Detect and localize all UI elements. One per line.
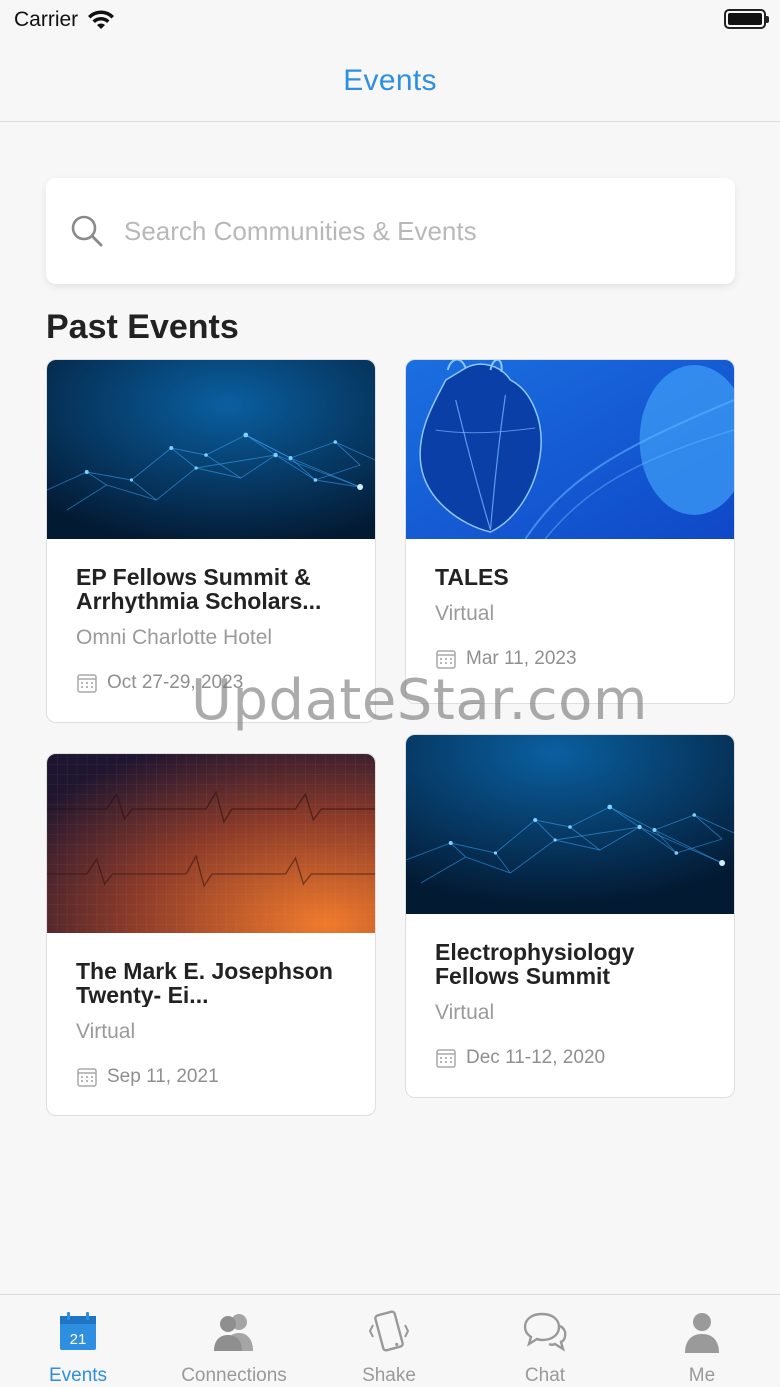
wifi-icon xyxy=(88,10,115,29)
event-card[interactable]: EP Fellows Summit & Arrhythmia Scholars.… xyxy=(46,359,376,723)
event-image-ecg xyxy=(47,754,375,933)
carrier-label: Carrier xyxy=(14,8,79,31)
event-card[interactable]: TALES Virtual Mar 11, 2023 xyxy=(405,359,735,704)
search-icon xyxy=(71,215,103,247)
event-location: Virtual xyxy=(76,1020,136,1043)
event-date-row: Mar 11, 2023 xyxy=(435,648,706,670)
event-date: Dec 11-12, 2020 xyxy=(466,1047,606,1068)
tab-label: Shake xyxy=(362,1365,416,1386)
event-location: Virtual xyxy=(435,602,495,625)
tab-label: Connections xyxy=(181,1365,287,1386)
event-image-network xyxy=(47,360,375,539)
event-title: The Mark E. Josephson Twenty- Ei... xyxy=(76,959,333,1007)
calendar-icon xyxy=(436,1049,456,1068)
tab-shake[interactable]: Shake xyxy=(319,1295,459,1387)
event-image-heart xyxy=(406,360,734,539)
event-date-row: Dec 11-12, 2020 xyxy=(435,1047,706,1069)
search-bar[interactable] xyxy=(46,178,735,284)
calendar-day: 21 xyxy=(70,1331,87,1348)
search-input[interactable] xyxy=(124,215,684,247)
people-icon xyxy=(214,1314,253,1351)
calendar-icon xyxy=(77,674,97,693)
event-title: Electrophysiology Fellows Summit xyxy=(435,940,635,988)
event-location: Virtual xyxy=(435,1001,495,1024)
event-image-network xyxy=(406,735,734,914)
event-title: EP Fellows Summit & Arrhythmia Scholars.… xyxy=(76,565,322,613)
status-bar: Carrier xyxy=(0,0,780,40)
tab-events[interactable]: 21 Events xyxy=(8,1295,148,1387)
person-icon xyxy=(685,1313,719,1353)
calendar-icon xyxy=(77,1068,97,1087)
tab-chat[interactable]: Chat xyxy=(475,1295,615,1387)
page-title: Events xyxy=(343,63,437,97)
calendar-icon xyxy=(436,650,456,669)
event-location: Omni Charlotte Hotel xyxy=(76,626,273,649)
event-date-row: Oct 27-29, 2023 xyxy=(76,672,347,694)
event-date-row: Sep 11, 2021 xyxy=(76,1066,347,1088)
section-title-past-events: Past Events xyxy=(46,308,239,346)
battery-icon xyxy=(724,9,769,29)
tab-label: Me xyxy=(688,1365,716,1386)
tab-label: Events xyxy=(48,1365,108,1386)
event-date: Sep 11, 2021 xyxy=(107,1066,219,1087)
tab-connections[interactable]: Connections xyxy=(164,1295,304,1387)
tab-me[interactable]: Me xyxy=(632,1295,772,1387)
tab-label: Chat xyxy=(524,1365,566,1386)
event-date: Mar 11, 2023 xyxy=(466,648,577,669)
tab-bar: 21 Events Connections Shake Chat Me xyxy=(0,1294,780,1387)
event-card[interactable]: Electrophysiology Fellows Summit Virtual… xyxy=(405,734,735,1098)
navigation-bar: Events xyxy=(0,40,780,122)
calendar-icon: 21 xyxy=(60,1312,96,1350)
event-date: Oct 27-29, 2023 xyxy=(107,672,244,693)
event-card[interactable]: The Mark E. Josephson Twenty- Ei... Virt… xyxy=(46,753,376,1116)
phone-shake-icon xyxy=(368,1310,410,1352)
chat-bubbles-icon xyxy=(523,1312,567,1352)
event-title: TALES xyxy=(435,565,509,589)
